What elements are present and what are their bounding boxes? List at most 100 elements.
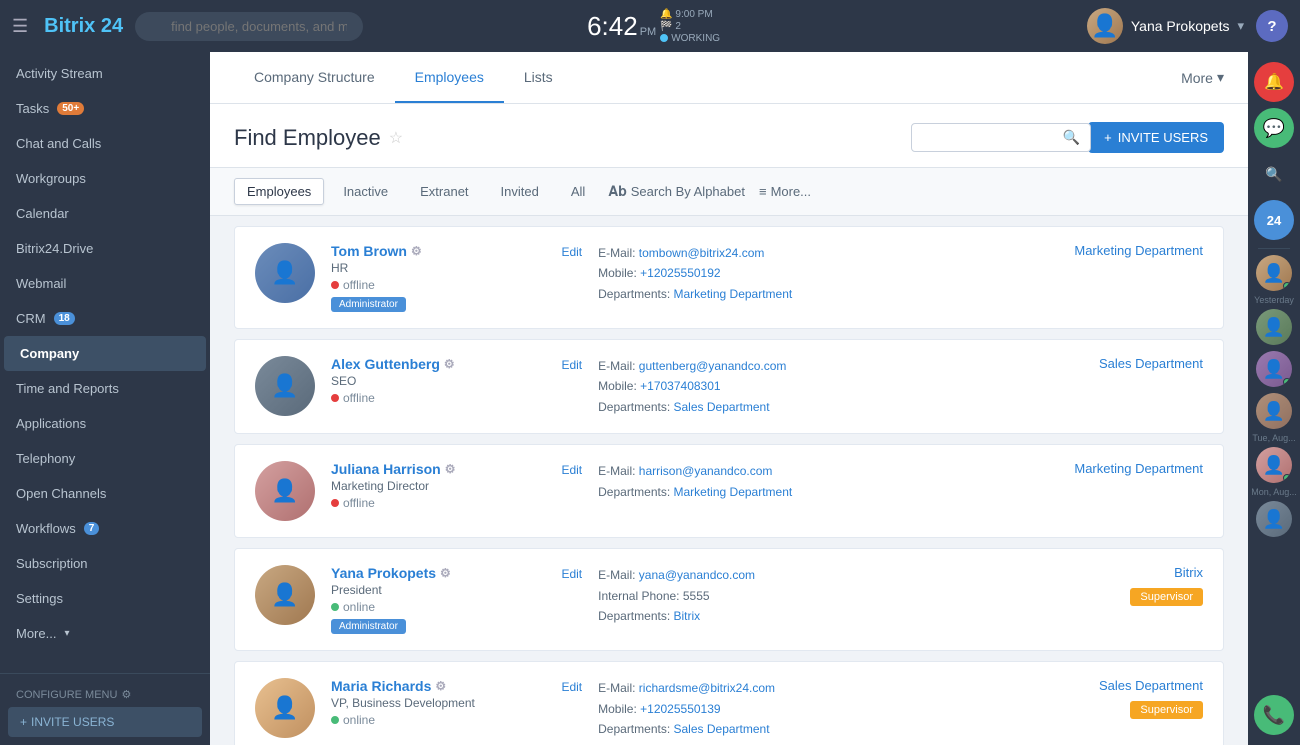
- supervisor-badge-maria: Supervisor: [1130, 701, 1203, 719]
- tab-more[interactable]: More ▾: [1181, 53, 1224, 102]
- recent-contact-1[interactable]: 👤: [1256, 255, 1292, 291]
- sidebar-item-activity-stream[interactable]: Activity Stream: [0, 56, 210, 91]
- user-menu[interactable]: 👤 Yana Prokopets ▾: [1087, 8, 1244, 44]
- sidebar-item-calendar[interactable]: Calendar: [0, 196, 210, 231]
- global-search-input[interactable]: [135, 12, 363, 41]
- crm-badge: 18: [54, 312, 75, 325]
- emp-info-maria-richards: Maria Richards ⚙ VP, Business Developmen…: [331, 678, 545, 727]
- search-by-alphabet[interactable]: 𝐀𝐛 Search By Alphabet: [608, 183, 745, 200]
- emp-name-tom-brown[interactable]: Tom Brown ⚙: [331, 243, 545, 259]
- sidebar-item-company[interactable]: Company: [4, 336, 206, 371]
- emp-edit-juliana-harrison[interactable]: Edit: [561, 461, 582, 477]
- emp-name-yana-prokopets[interactable]: Yana Prokopets ⚙: [331, 565, 545, 581]
- settings-icon: ⚙: [440, 566, 451, 580]
- tab-lists[interactable]: Lists: [504, 53, 573, 103]
- dept-link-yana-prokopets[interactable]: Bitrix: [1043, 565, 1203, 580]
- sidebar-item-tasks[interactable]: Tasks 50+: [0, 91, 210, 126]
- tab-employees[interactable]: Employees: [395, 53, 504, 103]
- dept-link-tom-brown[interactable]: Marketing Department: [1043, 243, 1203, 258]
- emp-edit-alex-guttenberg[interactable]: Edit: [561, 356, 582, 372]
- recent-contact-5[interactable]: 👤: [1256, 447, 1292, 483]
- sidebar-item-workgroups[interactable]: Workgroups: [0, 161, 210, 196]
- divider: [1258, 248, 1290, 249]
- notifications-icon[interactable]: 🔔: [1254, 62, 1294, 102]
- chevron-down-icon: ▾: [1217, 69, 1224, 86]
- filter-tab-employees[interactable]: Employees: [234, 178, 324, 205]
- configure-menu[interactable]: CONFIGURE MENU ⚙: [8, 682, 202, 707]
- emp-role-juliana-harrison: Marketing Director: [331, 479, 545, 493]
- emp-edit-maria-richards[interactable]: Edit: [561, 678, 582, 694]
- right-search-icon[interactable]: 🔍: [1254, 154, 1294, 194]
- emp-edit-tom-brown[interactable]: Edit: [561, 243, 582, 259]
- emp-email-alex-guttenberg[interactable]: guttenberg@yanandco.com: [639, 359, 787, 373]
- tab-company-structure[interactable]: Company Structure: [234, 53, 395, 103]
- sidebar-item-open-channels[interactable]: Open Channels: [0, 476, 210, 511]
- plus-icon: +: [1104, 130, 1112, 145]
- clock-info: 🔔 9:00 PM 🏁 2 WORKING: [660, 9, 720, 44]
- find-employee-search: 🔍 + INVITE USERS: [911, 122, 1224, 153]
- sidebar-item-bitrix24-drive[interactable]: Bitrix24.Drive: [0, 231, 210, 266]
- emp-badge-yana-prokopets: Administrator: [331, 619, 406, 634]
- dept-link-juliana-harrison[interactable]: Marketing Department: [1043, 461, 1203, 476]
- emp-dept-link-tom-brown[interactable]: Marketing Department: [674, 287, 793, 301]
- sidebar-item-crm[interactable]: CRM 18: [0, 301, 210, 336]
- sidebar-item-time-and-reports[interactable]: Time and Reports: [0, 371, 210, 406]
- emp-name-alex-guttenberg[interactable]: Alex Guttenberg ⚙: [331, 356, 545, 372]
- emp-edit-yana-prokopets[interactable]: Edit: [561, 565, 582, 581]
- filter-tab-inactive[interactable]: Inactive: [330, 178, 401, 205]
- global-search-wrap: [135, 12, 555, 41]
- emp-role-tom-brown: HR: [331, 261, 545, 275]
- sidebar-invite-users-button[interactable]: + INVITE USERS: [8, 707, 202, 737]
- filter-tab-invited[interactable]: Invited: [488, 178, 552, 205]
- emp-dept-link-yana-prokopets[interactable]: Bitrix: [674, 609, 701, 623]
- sidebar-item-telephony[interactable]: Telephony: [0, 441, 210, 476]
- date-yesterday: Yesterday: [1254, 293, 1294, 307]
- emp-dept-link-juliana-harrison[interactable]: Marketing Department: [674, 485, 793, 499]
- emp-name-maria-richards[interactable]: Maria Richards ⚙: [331, 678, 545, 694]
- sidebar-item-workflows[interactable]: Workflows 7: [0, 511, 210, 546]
- emp-email-tom-brown[interactable]: tombown@bitrix24.com: [639, 246, 765, 260]
- filter-more-button[interactable]: ≡ More...: [759, 184, 811, 199]
- filter-tab-extranet[interactable]: Extranet: [407, 178, 481, 205]
- emp-name-juliana-harrison[interactable]: Juliana Harrison ⚙: [331, 461, 545, 477]
- sidebar-item-chat-and-calls[interactable]: Chat and Calls: [0, 126, 210, 161]
- recent-contact-3[interactable]: 👤: [1256, 351, 1292, 387]
- emp-email-yana-prokopets[interactable]: yana@yanandco.com: [639, 568, 755, 582]
- emp-dept-tom-brown: Marketing Department: [1043, 243, 1203, 264]
- sidebar-item-subscription[interactable]: Subscription: [0, 546, 210, 581]
- sidebar: Activity Stream Tasks 50+ Chat and Calls…: [0, 52, 210, 745]
- recent-contact-4[interactable]: 👤: [1256, 393, 1292, 429]
- emp-role-alex-guttenberg: SEO: [331, 374, 545, 388]
- sidebar-item-webmail[interactable]: Webmail: [0, 266, 210, 301]
- content-area: Company Structure Employees Lists More ▾…: [210, 52, 1248, 745]
- dept-link-maria-richards[interactable]: Sales Department: [1043, 678, 1203, 693]
- emp-mobile-tom-brown[interactable]: +12025550192: [640, 266, 720, 280]
- emp-dept-link-alex-guttenberg[interactable]: Sales Department: [674, 400, 770, 414]
- favorite-icon[interactable]: ☆: [389, 128, 403, 148]
- emp-email-maria-richards[interactable]: richardsme@bitrix24.com: [639, 681, 775, 695]
- sidebar-item-settings[interactable]: Settings: [0, 581, 210, 616]
- help-button[interactable]: ?: [1256, 10, 1288, 42]
- phone-icon[interactable]: 📞: [1254, 695, 1294, 735]
- invite-users-button[interactable]: + INVITE USERS: [1088, 122, 1224, 153]
- recent-contact-6[interactable]: 👤: [1256, 501, 1292, 537]
- online-indicator: [1283, 378, 1291, 386]
- emp-mobile-maria-richards[interactable]: +12025550139: [640, 702, 720, 716]
- emp-email-juliana-harrison[interactable]: harrison@yanandco.com: [639, 464, 773, 478]
- sidebar-item-more[interactable]: More... ▾: [0, 616, 210, 651]
- status-dot: [331, 716, 339, 724]
- clock-display: 6:42PM 🔔 9:00 PM 🏁 2 WORKING: [567, 9, 720, 44]
- emp-dept-link-maria-richards[interactable]: Sales Department: [674, 722, 770, 736]
- menu-icon[interactable]: ☰: [12, 16, 28, 37]
- content-header: Company Structure Employees Lists More ▾: [210, 52, 1248, 104]
- filter-tab-all[interactable]: All: [558, 178, 598, 205]
- bitrix24-icon[interactable]: 24: [1254, 200, 1294, 240]
- recent-contact-2[interactable]: 👤: [1256, 309, 1292, 345]
- online-indicator: [1283, 282, 1291, 290]
- employee-search-button[interactable]: 🔍: [1063, 129, 1080, 146]
- dept-link-alex-guttenberg[interactable]: Sales Department: [1043, 356, 1203, 371]
- chat-icon[interactable]: 💬: [1254, 108, 1294, 148]
- emp-role-maria-richards: VP, Business Development: [331, 696, 545, 710]
- emp-mobile-alex-guttenberg[interactable]: +17037408301: [640, 379, 720, 393]
- sidebar-item-applications[interactable]: Applications: [0, 406, 210, 441]
